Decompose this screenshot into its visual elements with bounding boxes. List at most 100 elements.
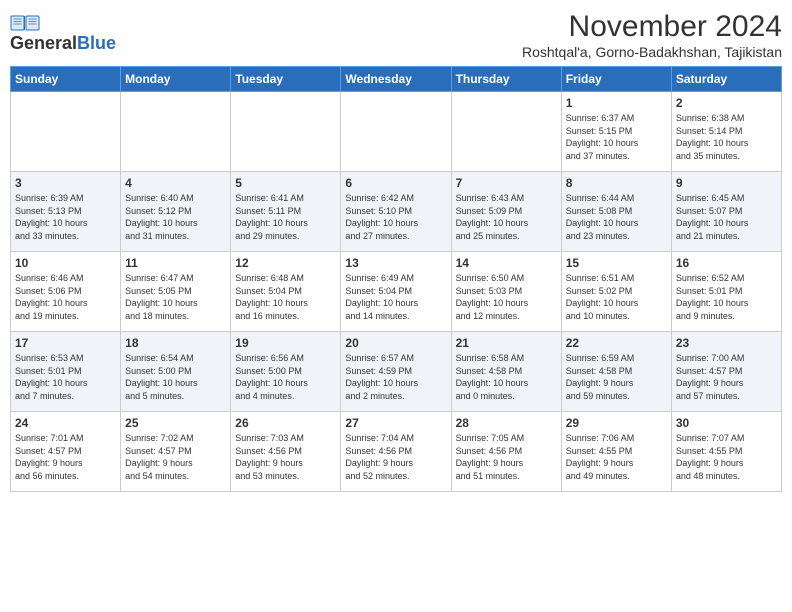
calendar-cell: 18 Sunrise: 6:54 AMSunset: 5:00 PMDayligh… bbox=[121, 332, 231, 412]
logo-icon bbox=[10, 14, 40, 32]
day-number: 29 bbox=[566, 416, 667, 430]
weekday-header-tuesday: Tuesday bbox=[231, 67, 341, 92]
day-number: 5 bbox=[235, 176, 336, 190]
day-number: 30 bbox=[676, 416, 777, 430]
day-info: Sunrise: 6:45 AMSunset: 5:07 PMDaylight:… bbox=[676, 192, 777, 242]
day-number: 19 bbox=[235, 336, 336, 350]
day-info: Sunrise: 6:50 AMSunset: 5:03 PMDaylight:… bbox=[456, 272, 557, 322]
weekday-header-sunday: Sunday bbox=[11, 67, 121, 92]
day-number: 1 bbox=[566, 96, 667, 110]
calendar-cell bbox=[231, 92, 341, 172]
calendar-cell: 26 Sunrise: 7:03 AMSunset: 4:56 PMDayligh… bbox=[231, 412, 341, 492]
day-number: 21 bbox=[456, 336, 557, 350]
calendar-cell: 10 Sunrise: 6:46 AMSunset: 5:06 PMDayligh… bbox=[11, 252, 121, 332]
calendar-table: SundayMondayTuesdayWednesdayThursdayFrid… bbox=[10, 66, 782, 492]
calendar-cell: 23Sunrise: 7:00 AMSunset: 4:57 PMDayligh… bbox=[671, 332, 781, 412]
month-title: November 2024 bbox=[522, 10, 782, 44]
day-number: 2 bbox=[676, 96, 777, 110]
day-number: 13 bbox=[345, 256, 446, 270]
day-info: Sunrise: 6:48 AMSunset: 5:04 PMDaylight:… bbox=[235, 272, 336, 322]
weekday-header-thursday: Thursday bbox=[451, 67, 561, 92]
logo: GeneralBlue bbox=[10, 14, 116, 52]
calendar-cell: 29 Sunrise: 7:06 AMSunset: 4:55 PMDayligh… bbox=[561, 412, 671, 492]
day-number: 28 bbox=[456, 416, 557, 430]
day-number: 6 bbox=[345, 176, 446, 190]
day-info: Sunrise: 6:40 AMSunset: 5:12 PMDaylight:… bbox=[125, 192, 226, 242]
calendar-cell: 21 Sunrise: 6:58 AMSunset: 4:58 PMDayligh… bbox=[451, 332, 561, 412]
calendar-cell: 17 Sunrise: 6:53 AMSunset: 5:01 PMDayligh… bbox=[11, 332, 121, 412]
day-info: Sunrise: 6:52 AMSunset: 5:01 PMDaylight:… bbox=[676, 272, 777, 322]
calendar-cell: 2 Sunrise: 6:38 AMSunset: 5:14 PMDaylight… bbox=[671, 92, 781, 172]
calendar-cell: 22Sunrise: 6:59 AMSunset: 4:58 PMDayligh… bbox=[561, 332, 671, 412]
day-number: 12 bbox=[235, 256, 336, 270]
day-info: Sunrise: 7:05 AMSunset: 4:56 PMDaylight:… bbox=[456, 432, 557, 482]
day-number: 4 bbox=[125, 176, 226, 190]
day-number: 8 bbox=[566, 176, 667, 190]
day-info: Sunrise: 6:42 AMSunset: 5:10 PMDaylight:… bbox=[345, 192, 446, 242]
day-info: Sunrise: 6:41 AMSunset: 5:11 PMDaylight:… bbox=[235, 192, 336, 242]
calendar-cell: 20 Sunrise: 6:57 AMSunset: 4:59 PMDayligh… bbox=[341, 332, 451, 412]
day-number: 16 bbox=[676, 256, 777, 270]
day-info: Sunrise: 6:49 AMSunset: 5:04 PMDaylight:… bbox=[345, 272, 446, 322]
calendar-cell: 16 Sunrise: 6:52 AMSunset: 5:01 PMDayligh… bbox=[671, 252, 781, 332]
day-info: Sunrise: 6:47 AMSunset: 5:05 PMDaylight:… bbox=[125, 272, 226, 322]
logo-text: GeneralBlue bbox=[10, 34, 116, 52]
calendar-cell: 3 Sunrise: 6:39 AMSunset: 5:13 PMDaylight… bbox=[11, 172, 121, 252]
day-number: 17 bbox=[15, 336, 116, 350]
day-info: Sunrise: 6:57 AMSunset: 4:59 PMDaylight:… bbox=[345, 352, 446, 402]
calendar-cell: 30 Sunrise: 7:07 AMSunset: 4:55 PMDayligh… bbox=[671, 412, 781, 492]
calendar-cell: 8 Sunrise: 6:44 AMSunset: 5:08 PMDaylight… bbox=[561, 172, 671, 252]
day-number: 11 bbox=[125, 256, 226, 270]
calendar-cell: 12 Sunrise: 6:48 AMSunset: 5:04 PMDayligh… bbox=[231, 252, 341, 332]
day-info: Sunrise: 6:38 AMSunset: 5:14 PMDaylight:… bbox=[676, 112, 777, 162]
day-info: Sunrise: 6:39 AMSunset: 5:13 PMDaylight:… bbox=[15, 192, 116, 242]
calendar-cell: 27Sunrise: 7:04 AMSunset: 4:56 PMDayligh… bbox=[341, 412, 451, 492]
day-number: 9 bbox=[676, 176, 777, 190]
weekday-header-monday: Monday bbox=[121, 67, 231, 92]
calendar-cell: 7 Sunrise: 6:43 AMSunset: 5:09 PMDaylight… bbox=[451, 172, 561, 252]
day-info: Sunrise: 6:53 AMSunset: 5:01 PMDaylight:… bbox=[15, 352, 116, 402]
day-number: 22 bbox=[566, 336, 667, 350]
title-area: November 2024 Roshtqal'a, Gorno-Badakhsh… bbox=[522, 10, 782, 60]
day-info: Sunrise: 6:37 AMSunset: 5:15 PMDaylight:… bbox=[566, 112, 667, 162]
day-info: Sunrise: 6:46 AMSunset: 5:06 PMDaylight:… bbox=[15, 272, 116, 322]
calendar-cell bbox=[341, 92, 451, 172]
calendar-cell: 15Sunrise: 6:51 AMSunset: 5:02 PMDayligh… bbox=[561, 252, 671, 332]
calendar-cell: 25 Sunrise: 7:02 AMSunset: 4:57 PMDayligh… bbox=[121, 412, 231, 492]
calendar-cell: 13 Sunrise: 6:49 AMSunset: 5:04 PMDayligh… bbox=[341, 252, 451, 332]
day-info: Sunrise: 7:01 AMSunset: 4:57 PMDaylight:… bbox=[15, 432, 116, 482]
day-number: 24 bbox=[15, 416, 116, 430]
day-info: Sunrise: 6:54 AMSunset: 5:00 PMDaylight:… bbox=[125, 352, 226, 402]
day-info: Sunrise: 6:44 AMSunset: 5:08 PMDaylight:… bbox=[566, 192, 667, 242]
day-info: Sunrise: 6:56 AMSunset: 5:00 PMDaylight:… bbox=[235, 352, 336, 402]
day-info: Sunrise: 6:43 AMSunset: 5:09 PMDaylight:… bbox=[456, 192, 557, 242]
day-number: 27 bbox=[345, 416, 446, 430]
day-info: Sunrise: 7:07 AMSunset: 4:55 PMDaylight:… bbox=[676, 432, 777, 482]
day-info: Sunrise: 7:02 AMSunset: 4:57 PMDaylight:… bbox=[125, 432, 226, 482]
weekday-header-saturday: Saturday bbox=[671, 67, 781, 92]
day-number: 25 bbox=[125, 416, 226, 430]
location-title: Roshtqal'a, Gorno-Badakhshan, Tajikistan bbox=[522, 44, 782, 60]
day-number: 18 bbox=[125, 336, 226, 350]
weekday-header-friday: Friday bbox=[561, 67, 671, 92]
day-info: Sunrise: 6:58 AMSunset: 4:58 PMDaylight:… bbox=[456, 352, 557, 402]
calendar-cell: 19 Sunrise: 6:56 AMSunset: 5:00 PMDayligh… bbox=[231, 332, 341, 412]
day-number: 26 bbox=[235, 416, 336, 430]
day-info: Sunrise: 6:51 AMSunset: 5:02 PMDaylight:… bbox=[566, 272, 667, 322]
calendar-cell: 6 Sunrise: 6:42 AMSunset: 5:10 PMDaylight… bbox=[341, 172, 451, 252]
day-number: 10 bbox=[15, 256, 116, 270]
calendar-cell bbox=[11, 92, 121, 172]
calendar-header-row: SundayMondayTuesdayWednesdayThursdayFrid… bbox=[11, 67, 782, 92]
day-number: 23 bbox=[676, 336, 777, 350]
calendar-cell: 9 Sunrise: 6:45 AMSunset: 5:07 PMDaylight… bbox=[671, 172, 781, 252]
day-info: Sunrise: 7:06 AMSunset: 4:55 PMDaylight:… bbox=[566, 432, 667, 482]
day-number: 7 bbox=[456, 176, 557, 190]
calendar-header: GeneralBlue November 2024 Roshtqal'a, Go… bbox=[10, 10, 782, 60]
day-number: 20 bbox=[345, 336, 446, 350]
day-number: 3 bbox=[15, 176, 116, 190]
calendar-cell: 11 Sunrise: 6:47 AMSunset: 5:05 PMDayligh… bbox=[121, 252, 231, 332]
calendar-cell: 5 Sunrise: 6:41 AMSunset: 5:11 PMDaylight… bbox=[231, 172, 341, 252]
calendar-cell: 28 Sunrise: 7:05 AMSunset: 4:56 PMDayligh… bbox=[451, 412, 561, 492]
day-info: Sunrise: 7:03 AMSunset: 4:56 PMDaylight:… bbox=[235, 432, 336, 482]
calendar-cell: 1 Sunrise: 6:37 AMSunset: 5:15 PMDaylight… bbox=[561, 92, 671, 172]
